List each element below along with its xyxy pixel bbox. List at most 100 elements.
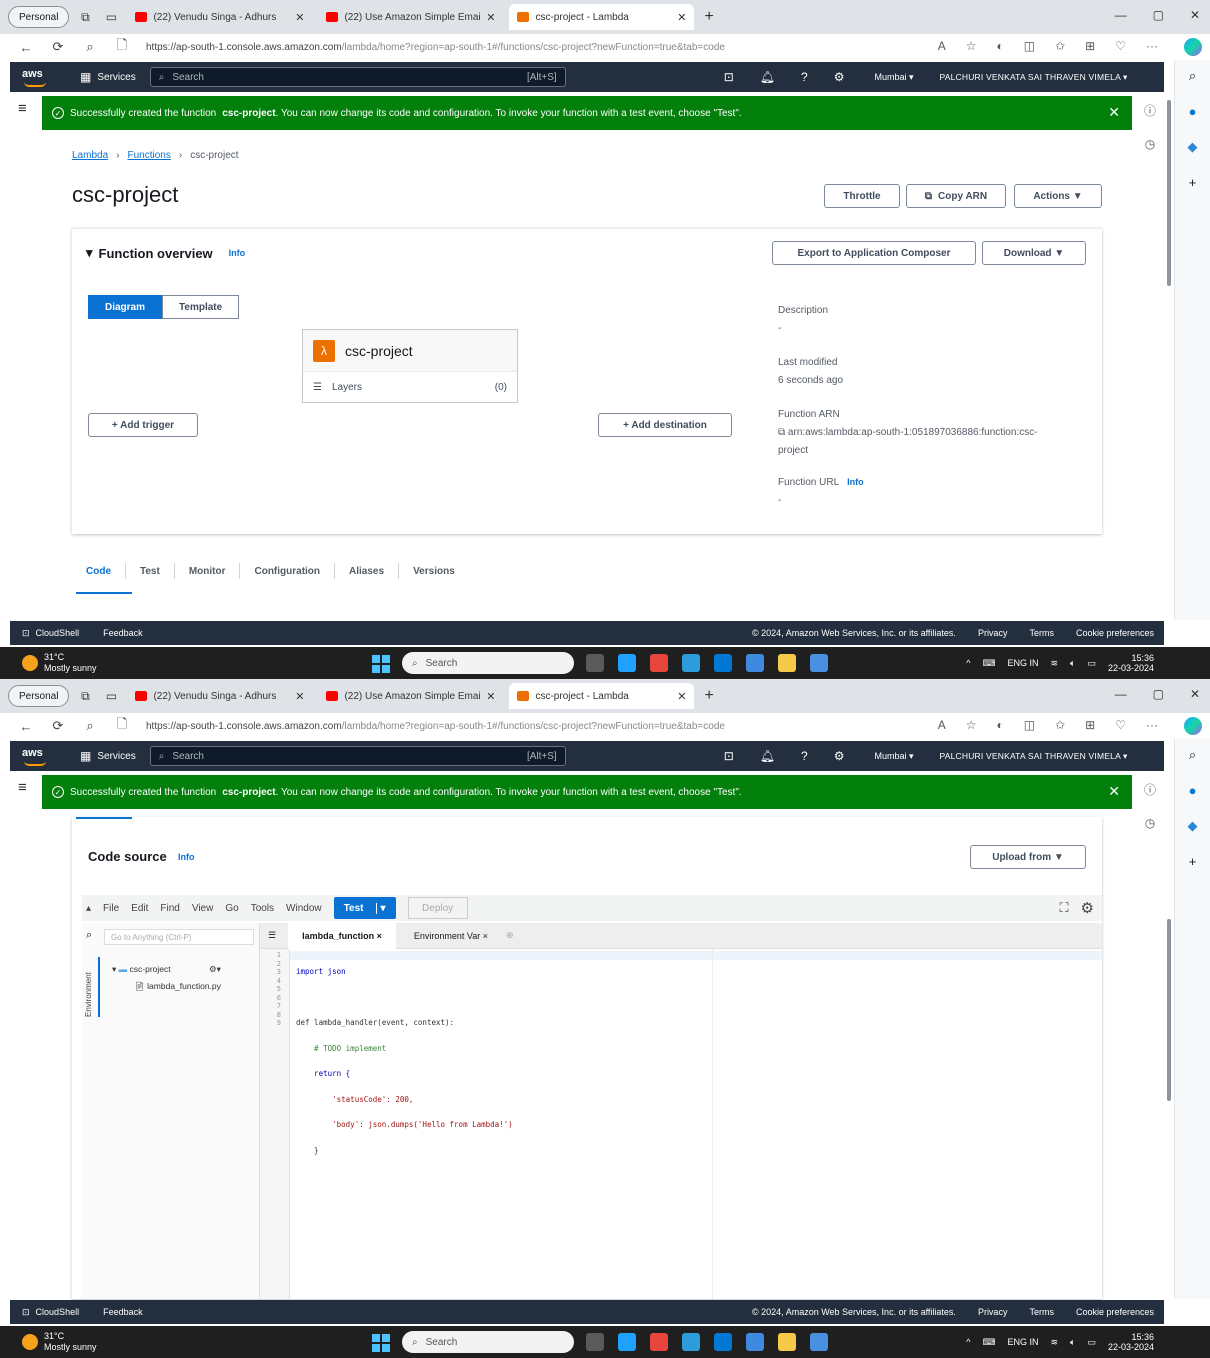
volume-icon[interactable]: 🔈︎ xyxy=(1070,658,1075,669)
menu-go[interactable]: Go xyxy=(225,903,238,914)
dropdown-caret-icon[interactable]: ▾ xyxy=(375,902,386,914)
back-icon[interactable]: ← xyxy=(18,719,34,734)
extension-icon[interactable]: ◐ xyxy=(997,718,1004,732)
copy-icon[interactable]: ⧉ xyxy=(778,427,785,438)
browser-tab-youtube-1[interactable]: (22) Venudu Singa - Adhurs ✕ xyxy=(127,4,312,30)
region-selector[interactable]: Mumbai ▾ xyxy=(874,72,913,83)
help-icon[interactable]: ? xyxy=(801,70,808,84)
preferences-gear-icon[interactable]: ⚙ xyxy=(1081,899,1094,917)
taskbar-search[interactable]: ⌕ Search xyxy=(402,652,574,674)
favorite-star-icon[interactable]: ☆ xyxy=(966,39,977,53)
browser-essentials-icon[interactable]: ♡ xyxy=(1115,718,1126,732)
function-overview-title[interactable]: ▾ Function overview Info xyxy=(86,245,245,261)
fullscreen-icon[interactable]: ⛶ xyxy=(1059,900,1068,916)
info-link[interactable]: Info xyxy=(178,852,195,862)
notifications-bell-icon[interactable]: 🔔︎ xyxy=(760,70,775,84)
workspaces-icon[interactable]: ⧉ xyxy=(75,686,95,706)
deploy-button[interactable]: Deploy xyxy=(407,897,468,919)
collections-icon[interactable]: ⊞ xyxy=(1085,718,1095,732)
aws-search-input[interactable]: ⌕ Search [Alt+S] xyxy=(149,67,566,87)
tab-aliases[interactable]: Aliases xyxy=(335,563,400,579)
edge-browser-icon[interactable] xyxy=(618,1333,636,1351)
tab-monitor[interactable]: Monitor xyxy=(175,563,241,579)
favorites-icon[interactable]: ✩ xyxy=(1055,718,1065,732)
throttle-button[interactable]: Throttle xyxy=(824,184,900,208)
settings-gear-icon[interactable]: ⚙ xyxy=(834,70,845,84)
keyboard-icon[interactable]: ⌨ xyxy=(982,658,995,669)
terms-link[interactable]: Terms xyxy=(1029,628,1054,638)
tab-configuration[interactable]: Configuration xyxy=(240,563,336,579)
refresh-icon[interactable]: ⟳ xyxy=(50,39,66,55)
close-icon[interactable]: ✕ xyxy=(295,690,304,703)
mail-icon[interactable] xyxy=(714,1333,732,1351)
cloudshell-icon[interactable]: ⊡ xyxy=(724,749,734,763)
folder-icon[interactable] xyxy=(778,654,796,672)
aws-logo-icon[interactable]: aws xyxy=(22,68,56,87)
file-explorer-icon[interactable] xyxy=(586,654,604,672)
windows-start-icon[interactable] xyxy=(372,655,390,673)
keyboard-icon[interactable]: ⌨ xyxy=(982,1337,995,1348)
download-button[interactable]: Download ▼ xyxy=(982,241,1086,265)
collapse-icon[interactable]: ▴ xyxy=(86,903,91,914)
diagram-tab[interactable]: Diagram xyxy=(88,295,163,319)
tab-code[interactable]: Code xyxy=(72,563,126,579)
edge-browser-icon[interactable] xyxy=(618,654,636,672)
copilot-icon[interactable] xyxy=(1184,717,1202,735)
chevron-up-icon[interactable]: ^ xyxy=(966,1337,970,1347)
close-icon[interactable]: ✕ xyxy=(677,11,686,24)
region-selector[interactable]: Mumbai ▾ xyxy=(874,751,913,762)
search-icon[interactable]: ⌕ xyxy=(82,718,98,734)
split-screen-icon[interactable]: ◫ xyxy=(1024,718,1035,732)
aws-logo-icon[interactable]: aws xyxy=(22,747,56,766)
menu-tools[interactable]: Tools xyxy=(251,903,274,914)
add-trigger-button[interactable]: + Add trigger xyxy=(88,413,198,437)
menu-window[interactable]: Window xyxy=(286,903,322,914)
battery-icon[interactable]: ▭ xyxy=(1087,658,1096,669)
extension-icon[interactable]: ◐ xyxy=(997,39,1004,53)
cookie-preferences-link[interactable]: Cookie preferences xyxy=(1076,1307,1154,1317)
terms-link[interactable]: Terms xyxy=(1029,1307,1054,1317)
page-info-icon[interactable]: 🗋 xyxy=(114,715,130,737)
favorites-icon[interactable]: ✩ xyxy=(1055,39,1065,53)
feedback-link[interactable]: Feedback xyxy=(103,1307,143,1317)
tree-folder-csc-project[interactable]: ▾ ▬ csc-project ⚙▾ xyxy=(112,961,221,978)
search-icon[interactable]: ⌕ xyxy=(1189,747,1196,763)
actions-button[interactable]: Actions ▼ xyxy=(1014,184,1102,208)
refresh-icon[interactable]: ⟳ xyxy=(50,718,66,734)
info-link[interactable]: Info xyxy=(229,248,246,258)
office-icon[interactable]: ◆ xyxy=(1188,139,1198,155)
volume-icon[interactable]: 🔈︎ xyxy=(1070,1337,1075,1348)
workspaces-icon[interactable]: ⧉ xyxy=(75,7,95,27)
store-icon[interactable] xyxy=(746,1333,764,1351)
more-icon[interactable]: ··· xyxy=(1146,39,1158,53)
browser-essentials-icon[interactable]: ♡ xyxy=(1115,39,1126,53)
close-icon[interactable]: ✕ xyxy=(295,11,304,24)
add-icon[interactable]: + xyxy=(1189,854,1197,869)
browser-tab-youtube-1[interactable]: (22) Venudu Singa - Adhurs ✕ xyxy=(127,683,312,709)
minimize-icon[interactable]: — xyxy=(1115,8,1127,22)
close-window-icon[interactable]: ✕ xyxy=(1190,687,1200,701)
browser-tab-youtube-2[interactable]: (22) Use Amazon Simple Email S ✕ xyxy=(318,4,503,30)
services-menu[interactable]: ▦ Services xyxy=(80,749,136,763)
chevron-up-icon[interactable]: ^ xyxy=(966,658,970,668)
code-editor[interactable]: import json ​ def lambda_handler(event, … xyxy=(296,949,796,1299)
cookie-preferences-link[interactable]: Cookie preferences xyxy=(1076,628,1154,638)
account-menu[interactable]: PALCHURI VENKATA SAI THRAVEN VIMELA ▾ xyxy=(939,72,1127,83)
close-icon[interactable]: ✕ xyxy=(1108,783,1120,800)
page-scrollbar[interactable] xyxy=(1167,100,1171,286)
aws-search-input[interactable]: ⌕ Search [Alt+S] xyxy=(149,746,566,766)
brave-browser-icon[interactable] xyxy=(650,654,668,672)
vscode-icon[interactable] xyxy=(810,654,828,672)
search-icon[interactable]: ⌕ xyxy=(86,929,92,942)
search-icon[interactable]: ⌕ xyxy=(82,39,98,55)
gear-icon[interactable]: ⚙▾ xyxy=(209,964,221,974)
taskbar-search[interactable]: ⌕ Search xyxy=(402,1331,574,1353)
tab-list-icon[interactable]: ☰ xyxy=(260,930,284,941)
mail-icon[interactable] xyxy=(714,654,732,672)
close-icon[interactable]: ✕ xyxy=(1108,104,1120,121)
services-menu[interactable]: ▦ Services xyxy=(80,70,136,84)
chrome-icon[interactable] xyxy=(682,1333,700,1351)
maximize-icon[interactable]: ▢ xyxy=(1153,8,1164,22)
read-aloud-icon[interactable]: A xyxy=(938,39,946,53)
split-screen-icon[interactable]: ◫ xyxy=(1024,39,1035,53)
